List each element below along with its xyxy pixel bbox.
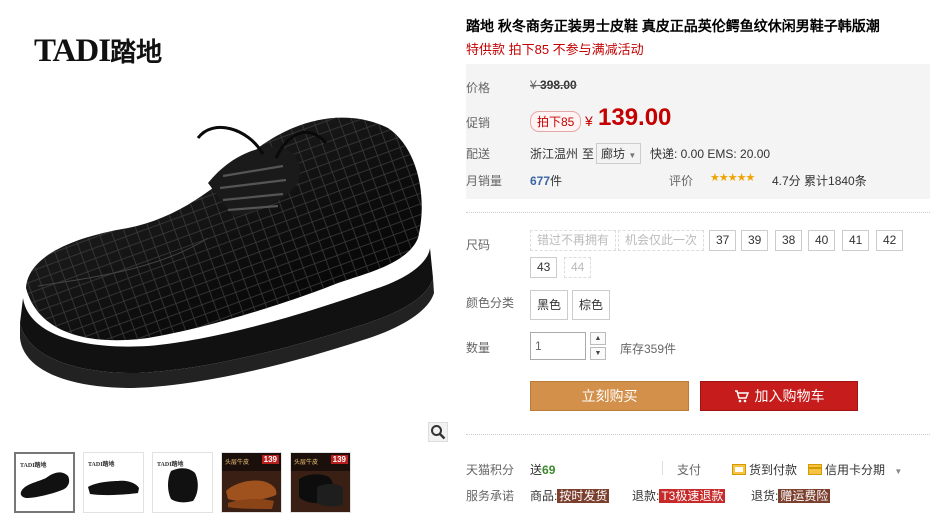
original-price-currency: ¥ <box>530 78 537 92</box>
thumbnail-logo: TADI踏地 <box>88 462 115 468</box>
points-label: 天猫积分 <box>466 463 515 477</box>
service-refund: 退款: T3极速退款 <box>632 487 726 504</box>
rating-stars: ★★★★★ <box>710 172 755 184</box>
city-select-value: 廊坊 <box>601 147 626 161</box>
shipping-fees: 快递: 0.00 EMS: 20.00 <box>650 147 771 161</box>
size-option-39[interactable]: 39 <box>741 230 769 251</box>
quantity-input[interactable] <box>530 332 586 360</box>
size-option-37[interactable]: 37 <box>709 230 737 251</box>
thumbnail-1[interactable]: TADI踏地 <box>14 452 75 513</box>
buy-now-button[interactable]: 立刻购买 <box>530 381 689 411</box>
divider <box>466 212 930 213</box>
quantity-label: 数量 <box>466 341 491 355</box>
color-option-brown[interactable]: 棕色 <box>572 290 611 320</box>
service-return: 退货: 赠运费险 <box>751 487 831 504</box>
shipping-from: 浙江温州 <box>530 147 579 161</box>
credit-card-icon <box>808 464 822 475</box>
zoom-button[interactable] <box>428 422 448 442</box>
review-count: 累计1840条 <box>804 174 867 188</box>
product-title: 踏地 秋冬商务正装男士皮鞋 真皮正品英伦鳄鱼纹休闲男鞋子韩版潮 <box>466 18 880 34</box>
monthly-sales-unit: 件 <box>550 174 563 188</box>
thumbnail-logo: TADI踏地 <box>20 463 47 469</box>
shipping-to-word: 至 <box>582 147 595 161</box>
divider-vertical <box>662 461 663 475</box>
points-number: 69 <box>542 463 556 477</box>
thumbnail-promo-tag: 头层牛皮 <box>294 460 319 466</box>
size-option-disabled: 机会仅此一次 <box>618 230 705 251</box>
thumbnail-strip: TADI踏地 TADI踏地 TADI踏地 头层牛皮 139 头层牛皮 139 <box>14 452 351 513</box>
add-to-cart-button[interactable]: 加入购物车 <box>700 381 858 411</box>
thumbnail-promo-price: 139 <box>261 455 279 464</box>
service-refund-prefix: 退款: <box>632 489 660 503</box>
magnifier-icon <box>431 425 446 440</box>
quantity-decrease-button[interactable]: ▼ <box>590 347 606 360</box>
original-price: ¥ 398.00 <box>530 78 577 92</box>
review-summary[interactable]: 4.7分 累计1840条 <box>772 172 867 189</box>
thumbnail-logo: TADI踏地 <box>157 462 184 468</box>
size-option-41[interactable]: 41 <box>842 230 870 251</box>
thumbnail-promo-price: 139 <box>330 455 348 464</box>
payment-credit[interactable]: 信用卡分期 ▼ <box>808 461 902 478</box>
add-to-cart-label: 加入购物车 <box>754 388 825 404</box>
original-price-value: 398.00 <box>540 78 577 92</box>
cod-icon <box>732 464 746 475</box>
size-option-40[interactable]: 40 <box>808 230 836 251</box>
monthly-sales-label: 月销量 <box>466 174 503 188</box>
promo-tag: 拍下85 <box>530 111 582 132</box>
service-refund-tag: T3极速退款 <box>659 489 726 503</box>
rating-label: 评价 <box>669 174 694 188</box>
color-option-black[interactable]: 黑色 <box>530 290 569 320</box>
service-goods: 商品: 按时发货 <box>530 487 610 504</box>
payment-cod: 货到付款 <box>732 461 797 478</box>
color-label: 颜色分类 <box>466 296 515 310</box>
city-select[interactable]: 廊坊 ▼ <box>596 143 642 164</box>
brand-logo-cn: 踏地 <box>110 38 163 68</box>
size-option-38[interactable]: 38 <box>775 230 803 251</box>
thumbnail-promo-tag: 头层牛皮 <box>225 460 250 466</box>
size-option-43[interactable]: 43 <box>530 257 558 278</box>
brand-logo-en: TADI <box>34 33 111 69</box>
thumbnail-5[interactable]: 头层牛皮 139 <box>290 452 351 513</box>
chevron-down-icon: ▼ <box>628 151 637 160</box>
quantity-increase-button[interactable]: ▲ <box>590 332 606 345</box>
service-return-prefix: 退货: <box>751 489 779 503</box>
payment-credit-text: 信用卡分期 <box>825 463 886 477</box>
divider <box>466 434 930 435</box>
price-label: 价格 <box>466 81 491 95</box>
service-return-tag: 赠运费险 <box>778 489 831 503</box>
monthly-sales-count: 677 <box>530 174 551 188</box>
payment-label: 支付 <box>677 463 702 477</box>
rating-score: 4.7分 <box>772 174 801 188</box>
size-option-disabled: 错过不再拥有 <box>530 230 617 251</box>
size-label: 尺码 <box>466 238 491 252</box>
monthly-sales: 677件 <box>530 172 562 189</box>
thumbnail-2[interactable]: TADI踏地 <box>83 452 144 513</box>
service-goods-tag: 按时发货 <box>557 489 610 503</box>
promo-price: 139.00 <box>598 104 672 131</box>
shipping-label: 配送 <box>466 147 491 161</box>
cart-icon <box>734 390 749 403</box>
promo-price-currency: ¥ <box>585 113 593 129</box>
size-option-44: 44 <box>564 257 592 278</box>
stock-count: 库存359件 <box>620 342 677 356</box>
thumbnail-3[interactable]: TADI踏地 <box>152 452 213 513</box>
product-gallery: TADI踏地 <box>8 8 448 442</box>
service-goods-prefix: 商品: <box>530 489 558 503</box>
product-subtitle: 特供款 拍下85 不参与满减活动 <box>466 42 644 57</box>
promo-label: 促销 <box>466 116 491 130</box>
service-label: 服务承诺 <box>466 489 515 503</box>
thumbnail-selected-arrow <box>41 452 53 453</box>
size-option-42[interactable]: 42 <box>876 230 904 251</box>
points-prefix: 送 <box>530 463 543 477</box>
brand-logo: TADI踏地 <box>34 32 162 70</box>
payment-cod-text: 货到付款 <box>749 463 798 477</box>
points-value: 送69 <box>530 461 555 478</box>
main-product-image[interactable] <box>8 88 438 418</box>
chevron-down-icon: ▼ <box>894 467 903 476</box>
thumbnail-4[interactable]: 头层牛皮 139 <box>221 452 282 513</box>
